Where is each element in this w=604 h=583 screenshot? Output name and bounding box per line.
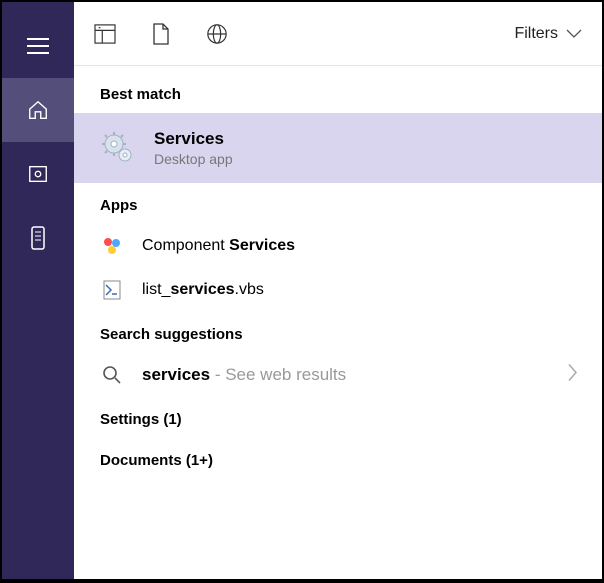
result-title: Component Services: [142, 237, 295, 255]
results-list: Best match Services Desktop app App: [74, 66, 602, 579]
filters-button[interactable]: Filters: [514, 25, 582, 43]
topbar: Filters: [74, 2, 602, 66]
result-web-suggestion[interactable]: services - See web results: [74, 353, 602, 397]
vbs-file-icon: [100, 278, 124, 302]
globe-icon: [206, 23, 228, 45]
result-title: list_services.vbs: [142, 281, 264, 299]
photo-icon: [27, 163, 49, 185]
result-best-match[interactable]: Services Desktop app: [74, 113, 602, 183]
scope-web-button[interactable]: [206, 23, 228, 45]
suggestion-text: services - See web results: [142, 365, 346, 385]
sidebar-item-home[interactable]: [2, 78, 74, 142]
home-icon: [27, 99, 49, 121]
sidebar-item-photos[interactable]: [2, 142, 74, 206]
result-app-component-services[interactable]: Component Services: [74, 224, 602, 268]
result-app-list-services-vbs[interactable]: list_services.vbs: [74, 268, 602, 312]
menu-button[interactable]: [2, 14, 74, 78]
scope-documents-button[interactable]: [152, 23, 170, 45]
document-icon: [152, 23, 170, 45]
services-icon: [100, 130, 136, 166]
section-best-match: Best match: [74, 72, 602, 113]
component-services-icon: [100, 234, 124, 258]
search-icon: [100, 363, 124, 387]
section-settings[interactable]: Settings (1): [74, 397, 602, 438]
chevron-right-icon: [568, 364, 578, 387]
sidebar-item-remote[interactable]: [2, 206, 74, 270]
remote-icon: [31, 226, 45, 250]
scope-apps-button[interactable]: [94, 24, 116, 44]
hamburger-icon: [27, 37, 49, 55]
section-search-suggestions: Search suggestions: [74, 312, 602, 353]
main-panel: Filters Best match: [74, 2, 602, 579]
window-icon: [94, 24, 116, 44]
section-documents[interactable]: Documents (1+): [74, 438, 602, 479]
sidebar: [2, 2, 74, 579]
filters-label: Filters: [514, 25, 558, 43]
chevron-down-icon: [566, 29, 582, 39]
result-title: Services: [154, 129, 233, 149]
result-subtitle: Desktop app: [154, 151, 233, 167]
section-apps: Apps: [74, 183, 602, 224]
